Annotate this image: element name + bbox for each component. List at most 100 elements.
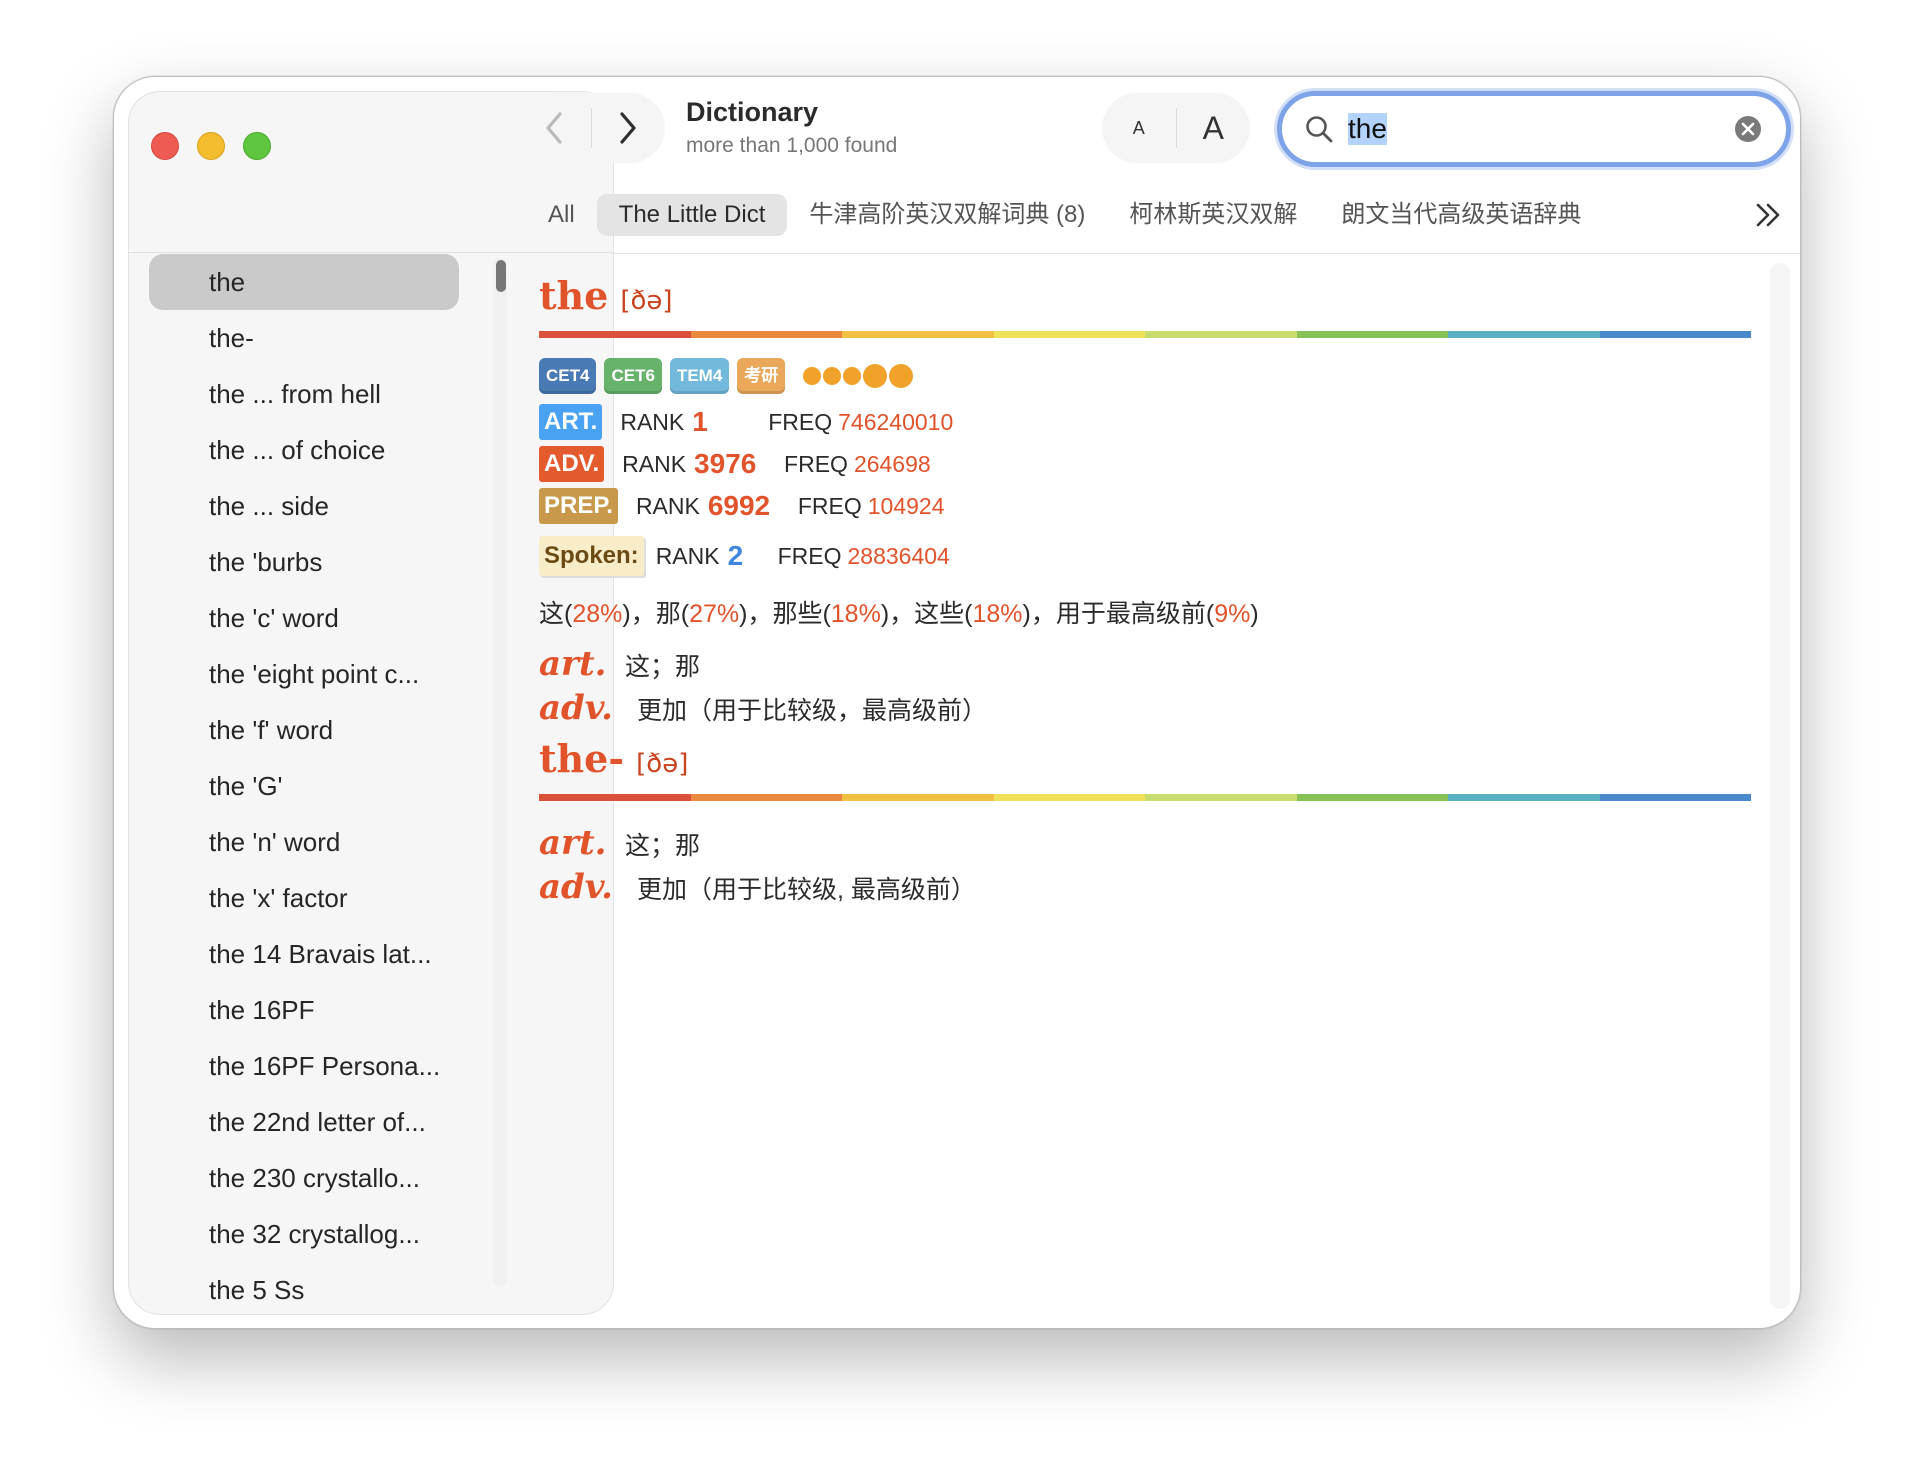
badge-cet6: CET6 [604, 358, 662, 394]
rank-label: RANK [635, 492, 700, 519]
rank-value: 3976 [694, 448, 757, 479]
pos-label: art. [539, 644, 607, 684]
word-list-item[interactable]: the- [149, 310, 459, 366]
increase-font-button[interactable]: A [1177, 93, 1251, 163]
definition-text: 更加（用于比较级, 最高级前） [637, 876, 976, 904]
clear-search-icon[interactable] [1734, 115, 1762, 143]
rank-row-prep: PREP. RANK 6992 FREQ 104924 [539, 486, 1759, 526]
forward-button[interactable] [592, 93, 666, 163]
rainbow-segment [1145, 331, 1297, 338]
freq-label: FREQ [784, 450, 848, 477]
close-window-button[interactable] [151, 132, 179, 160]
word-list-item[interactable]: the 'c' word [149, 590, 459, 646]
tab-3[interactable]: 柯林斯英汉双解 [1107, 194, 1319, 236]
word-list-item[interactable]: the 22nd letter of... [149, 1094, 459, 1150]
rainbow-segment [1448, 794, 1600, 801]
word-list-item[interactable]: the 14 Bravais lat... [149, 926, 459, 982]
pos-badge: ADV. [539, 446, 605, 482]
badge-cet4: CET4 [539, 358, 597, 394]
word-list-item[interactable]: the 'f' word [149, 702, 459, 758]
definition-row: art. 这；那 [539, 644, 1759, 684]
word-list-item[interactable]: the 'n' word [149, 814, 459, 870]
rainbow-segment [539, 794, 691, 801]
badge-tem4: TEM4 [669, 358, 730, 394]
freq-value: 104924 [867, 492, 945, 519]
spoken-badge: Spoken: [539, 536, 644, 576]
definition-row: adv. 更加（用于比较级，最高级前） [539, 688, 1759, 728]
rainbow-segment [1145, 794, 1297, 801]
sidebar-scrollbar-thumb[interactable] [496, 260, 506, 292]
window-title-block: Dictionary more than 1,000 found [686, 97, 897, 158]
back-button[interactable] [517, 93, 591, 163]
word-list-item[interactable]: the 16PF [149, 982, 459, 1038]
definition-row: art. 这；那 [539, 823, 1759, 863]
tab-2[interactable]: 牛津高阶英汉双解词典 (8) [787, 194, 1107, 236]
word-list-item[interactable]: the [149, 254, 459, 310]
freq-label: FREQ [768, 408, 833, 435]
word-list-item[interactable]: the 'G' [149, 758, 459, 814]
minimize-window-button[interactable] [197, 132, 225, 160]
phonetic: [ðə] [620, 286, 673, 316]
rainbow-segment [539, 331, 691, 338]
more-tabs-icon[interactable] [1752, 199, 1784, 231]
pos-label: art. [539, 823, 607, 863]
definition-row: adv. 更加（用于比较级, 最高级前） [539, 867, 1759, 907]
headword: the- [539, 736, 625, 781]
rainbow-segment [1599, 331, 1751, 338]
meaning-percent: 27% [689, 600, 740, 628]
meaning-word: 这些 [914, 600, 965, 628]
headword: the [539, 273, 609, 318]
rank-label: RANK [620, 408, 685, 435]
meaning-percentages: 这(28%)，那(27%)，那些(18%)，这些(18%)，用于最高级前(9%) [539, 600, 1259, 628]
rainbow-segment [1296, 794, 1448, 801]
word-list-item[interactable]: the 230 crystallo... [149, 1150, 459, 1206]
rank-value: 2 [727, 540, 744, 571]
zoom-window-button[interactable] [243, 132, 271, 160]
tab-1[interactable]: The Little Dict [596, 194, 788, 236]
rainbow-segment [842, 794, 994, 801]
word-list-item[interactable]: the ... side [149, 478, 459, 534]
freq-label: FREQ [777, 542, 842, 569]
entry-header: the- [ðə] [539, 736, 1759, 782]
rank-label: RANK [655, 542, 720, 569]
chevron-left-icon [546, 112, 562, 144]
word-list-item[interactable]: the 16PF Persona... [149, 1038, 459, 1094]
tab-4[interactable]: 朗文当代高级英语辞典 [1319, 194, 1603, 236]
dictionary-tabs: All The Little Dict 牛津高阶英汉双解词典 (8) 柯林斯英汉双解朗… [526, 192, 1603, 238]
search-icon [1306, 116, 1333, 143]
content-scrollbar[interactable] [1770, 263, 1790, 1309]
search-input[interactable] [1346, 112, 1720, 146]
star-icon [863, 364, 888, 388]
definition-content: the [ðə] CET4 CET6 TEM4 考研 ART. RANK 1 F… [539, 273, 1759, 907]
word-list-item[interactable]: the 32 crystallog... [149, 1206, 459, 1262]
tab-0[interactable]: All [526, 194, 597, 236]
rainbow-segment [690, 794, 842, 801]
rainbow-segment [842, 331, 994, 338]
word-list-item[interactable]: the ... from hell [149, 366, 459, 422]
decrease-font-button[interactable]: A [1102, 93, 1176, 163]
dictionary-window: the the-the ... from hell the ... of choic… [113, 76, 1801, 1329]
word-list-item[interactable]: the 5 Ss [149, 1262, 459, 1314]
traffic-lights [151, 132, 271, 160]
word-list-item[interactable]: the 'x' factor [149, 870, 459, 926]
meaning-word: 这 [539, 600, 565, 628]
freq-value: 264698 [853, 450, 931, 477]
star-icon [889, 364, 914, 388]
word-list-item[interactable]: the 'eight point c... [149, 646, 459, 702]
font-size-controls: A A [1102, 93, 1250, 163]
search-field[interactable] [1277, 91, 1791, 167]
rank-label: RANK [622, 450, 687, 477]
rank-value: 1 [692, 406, 708, 437]
definition-text: 更加（用于比较级，最高级前） [637, 697, 988, 725]
sidebar-scrollbar-track[interactable] [493, 258, 507, 1286]
pos-badge: PREP. [539, 488, 618, 524]
rank-row-adv: ADV. RANK 3976 FREQ 264698 [539, 444, 1759, 484]
results-count: more than 1,000 found [686, 134, 898, 157]
exam-badges: CET4 CET6 TEM4 考研 [539, 358, 1759, 394]
entry-the: the [ðə] CET4 CET6 TEM4 考研 ART. RANK 1 F… [539, 273, 1759, 728]
star-icon [843, 367, 862, 385]
rainbow-segment [1296, 331, 1448, 338]
word-list-item[interactable]: the 'burbs [149, 534, 459, 590]
content-divider [612, 253, 1800, 254]
word-list-item[interactable]: the ... of choice [149, 422, 459, 478]
